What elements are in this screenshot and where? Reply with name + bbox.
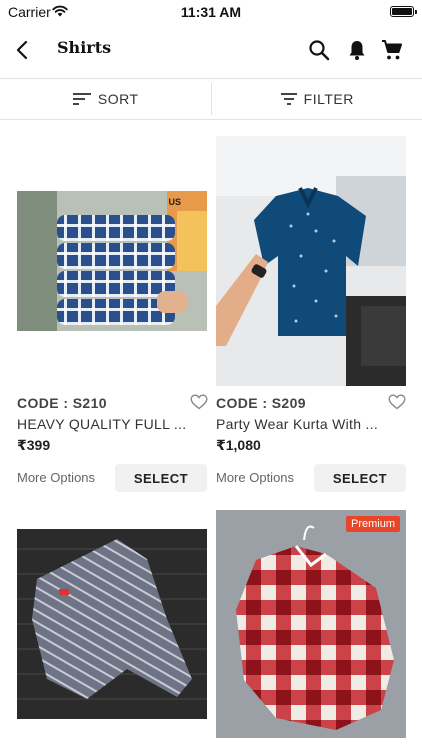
notifications-button[interactable]	[345, 38, 369, 62]
more-options-link[interactable]: More Options	[216, 470, 294, 485]
search-icon	[309, 40, 330, 61]
product-name: Party Wear Kurta With ...	[216, 416, 379, 432]
filter-label: FILTER	[303, 91, 354, 107]
heart-icon	[190, 394, 208, 410]
battery-icon	[390, 6, 417, 17]
product-image[interactable]	[17, 529, 207, 719]
premium-badge: Premium	[345, 516, 400, 532]
select-button[interactable]: SELECT	[115, 464, 207, 492]
wishlist-button[interactable]	[388, 394, 406, 410]
product-image[interactable]: US	[17, 191, 207, 331]
sort-filter-bar: SORT FILTER	[0, 78, 422, 120]
back-button[interactable]	[10, 36, 36, 64]
sort-button[interactable]: SORT	[0, 79, 211, 119]
product-name: HEAVY QUALITY FULL ...	[17, 416, 187, 432]
product-price: ₹399	[17, 437, 51, 453]
select-button[interactable]: SELECT	[314, 464, 406, 492]
filter-button[interactable]: FILTER	[212, 79, 422, 119]
bell-icon	[349, 41, 365, 60]
search-button[interactable]	[307, 38, 331, 62]
product-price: ₹1,080	[216, 437, 261, 453]
page-title: Shirts	[57, 38, 112, 57]
back-icon	[16, 40, 28, 60]
product-code: CODE : S209	[216, 395, 306, 411]
cart-button[interactable]	[380, 38, 404, 62]
wishlist-button[interactable]	[190, 394, 208, 410]
image-label: US	[168, 197, 181, 207]
status-bar: Carrier 11:31 AM	[0, 0, 422, 22]
product-image[interactable]	[216, 136, 406, 386]
navigation-bar: Shirts	[0, 22, 422, 78]
filter-icon	[280, 93, 297, 105]
sort-label: SORT	[97, 91, 139, 107]
sort-icon	[72, 93, 91, 105]
more-options-link[interactable]: More Options	[17, 470, 95, 485]
product-image[interactable]: Premium	[216, 510, 406, 738]
heart-icon	[388, 394, 406, 410]
clock: 11:31 AM	[180, 4, 242, 20]
cart-icon	[382, 40, 402, 60]
product-code: CODE : S210	[17, 395, 107, 411]
